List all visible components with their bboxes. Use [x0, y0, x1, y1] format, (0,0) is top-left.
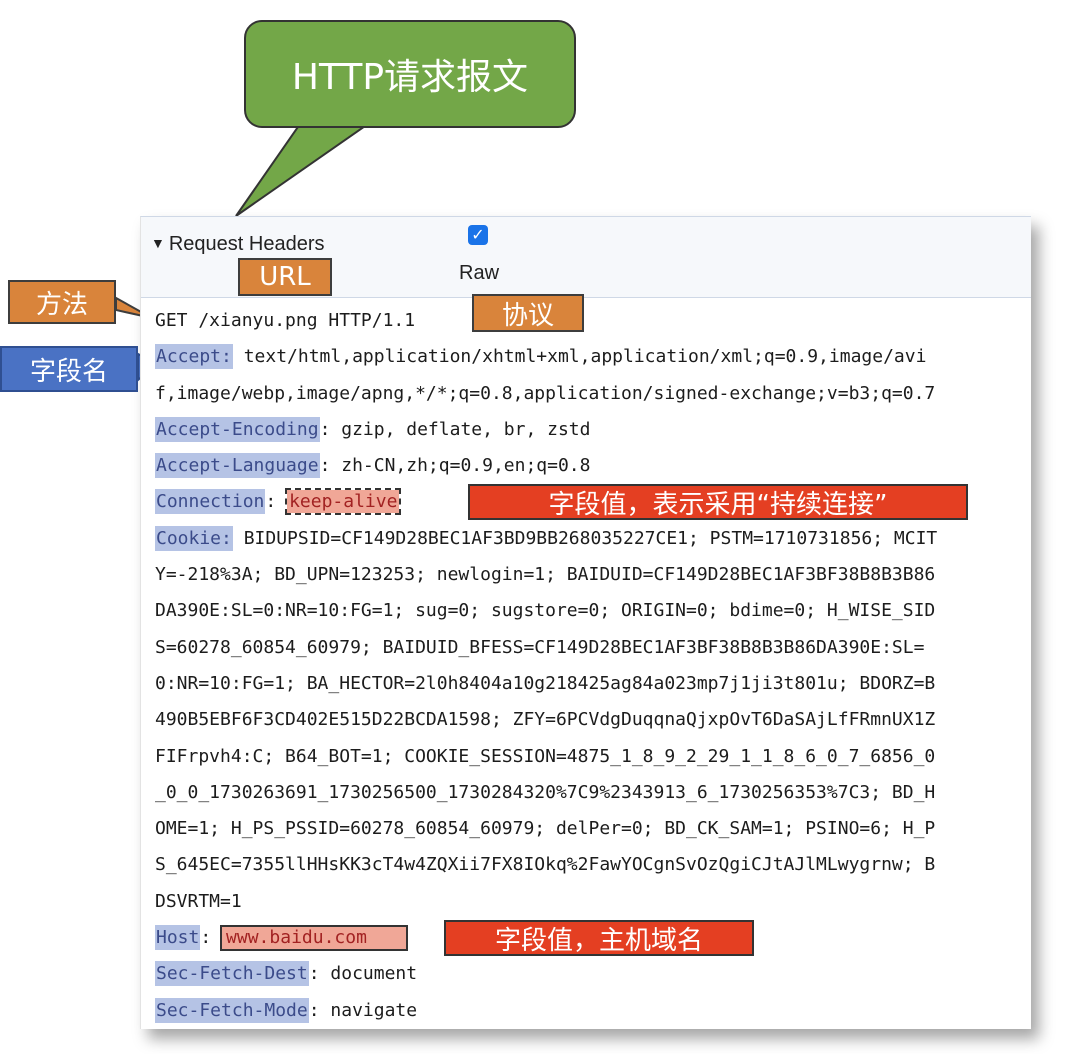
method-callout-text: 方法 — [35, 289, 88, 320]
header-value: : document — [308, 963, 418, 985]
request-headers-panel: ▼ Request Headers ✓ Raw GET /xianyu.png H… — [140, 216, 1031, 1029]
raw-checkbox[interactable]: ✓ — [468, 225, 488, 245]
cookie-line: 0:NR=10:FG=1; BA_HECTOR=2l0h8404a10g2184… — [155, 672, 936, 694]
connection-note-text: 字段值，表示采用“持续连接” — [548, 489, 888, 520]
header-accept-cont: f,image/webp,image/apng,*/*;q=0.8,applic… — [155, 382, 936, 404]
cookie-line: DA390E:SL=0:NR=10:FG=1; sug=0; sugstore=… — [155, 600, 936, 622]
header-cookie: Cookie: BIDUPSID=CF149D28BEC1AF3BD9BB268… — [155, 521, 1031, 557]
protocol-callout: 协议 — [472, 294, 584, 332]
header-name: Accept-Language — [155, 453, 320, 479]
header-sep: : — [265, 491, 288, 513]
protocol-callout-text: 协议 — [501, 300, 554, 331]
url-callout-text: URL — [259, 262, 311, 292]
method-callout: 方法 — [8, 280, 116, 324]
cookie-line: FIFrpvh4:C; B64_BOT=1; COOKIE_SESSION=48… — [155, 745, 936, 767]
cookie-line: Y=-218%3A; BD_UPN=123253; newlogin=1; BA… — [155, 564, 936, 586]
cookie-line: S=60278_60854_60979; BAIDUID_BFESS=CF149… — [155, 636, 925, 658]
header-name: Host — [155, 925, 201, 951]
cookie-line: 490B5EBF6F3CD402E515D22BCDA1598; ZFY=6PC… — [155, 709, 936, 731]
header-sec-fetch-mode: Sec-Fetch-Mode: navigate — [155, 993, 1031, 1029]
header-name: Sec-Fetch-Dest — [155, 961, 309, 987]
header-value: text/html,application/xhtml+xml,applicat… — [232, 346, 927, 368]
field-name-callout: 字段名 — [0, 346, 138, 392]
url-callout: URL — [238, 258, 332, 296]
header-name: Sec-Fetch-Mode — [155, 997, 309, 1023]
raw-label: Raw — [459, 262, 500, 284]
cookie-line: DSVRTM=1 — [155, 890, 242, 912]
host-value: www.baidu.com — [220, 925, 409, 952]
header-name: Accept: — [155, 344, 233, 370]
header-name: Connection — [155, 489, 266, 515]
request-headers-label: Request Headers — [168, 233, 325, 255]
title-callout-text: HTTP请求报文 — [291, 57, 529, 98]
cookie-line: _0_0_1730263691_1730256500_1730284320%7C… — [155, 781, 936, 803]
cookie-line: S_645EC=7355llHHsKK3cT4w4ZQXii7FX8IOkq%2… — [155, 854, 936, 876]
connection-note-callout: 字段值，表示采用“持续连接” — [468, 484, 968, 520]
header-value: : gzip, deflate, br, zstd — [319, 418, 591, 440]
header-accept-encoding: Accept-Encoding: gzip, deflate, br, zstd — [155, 412, 1031, 448]
host-note-text: 字段值，主机域名 — [494, 925, 703, 956]
header-accept-language: Accept-Language: zh-CN,zh;q=0.9,en;q=0.8 — [155, 448, 1031, 484]
request-line: GET /xianyu.png HTTP/1.1 — [155, 310, 416, 331]
header-value: : navigate — [308, 999, 418, 1021]
header-sep: : — [200, 927, 223, 949]
collapse-triangle-icon: ▼ — [151, 235, 165, 251]
cookie-line: OME=1; H_PS_PSSID=60278_60854_60979; del… — [155, 818, 936, 840]
header-value: BIDUPSID=CF149D28BEC1AF3BD9BB268035227CE… — [232, 527, 938, 549]
host-note-callout: 字段值，主机域名 — [444, 920, 754, 956]
header-name: Cookie: — [155, 525, 233, 551]
header-value: : zh-CN,zh;q=0.9,en;q=0.8 — [319, 455, 591, 477]
title-callout-pointer — [235, 123, 372, 217]
header-name: Accept-Encoding — [155, 416, 320, 442]
request-headers-toggle[interactable]: ▼ Request Headers — [151, 233, 325, 256]
header-sec-fetch-dest: Sec-Fetch-Dest: document — [155, 956, 1031, 992]
header-accept: Accept: text/html,application/xhtml+xml,… — [155, 339, 1031, 375]
title-callout: HTTP请求报文 — [244, 20, 576, 128]
field-name-callout-text: 字段名 — [29, 356, 108, 387]
connection-value: keep-alive — [285, 488, 402, 516]
